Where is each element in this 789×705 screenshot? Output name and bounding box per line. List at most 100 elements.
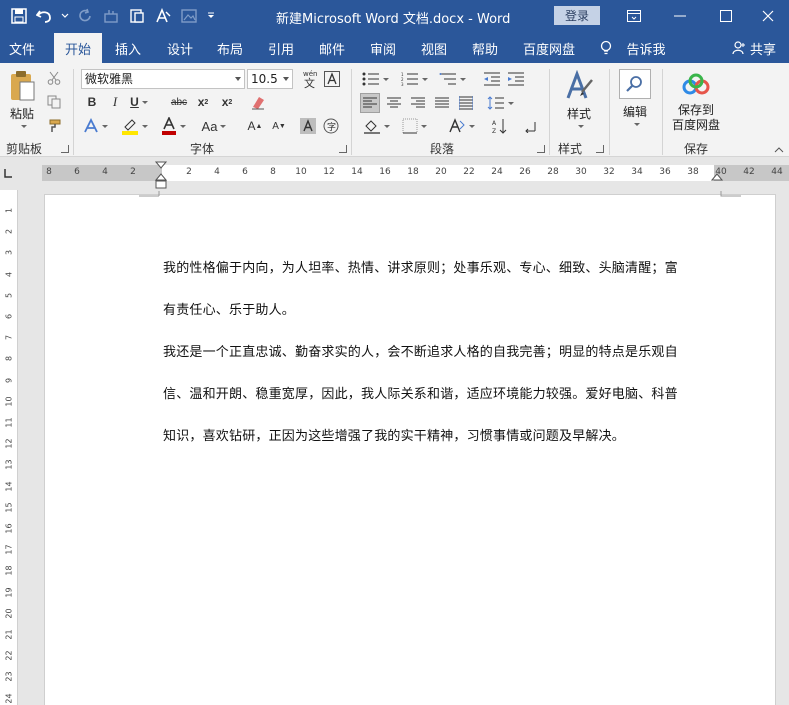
paste-icon[interactable] <box>6 69 38 103</box>
tell-me-search[interactable]: 告诉我 <box>622 33 670 63</box>
character-shading-icon[interactable] <box>299 117 317 135</box>
minimize-icon[interactable] <box>657 2 703 30</box>
redo-icon[interactable] <box>74 5 96 27</box>
ruler-tick-label: 8 <box>46 167 52 177</box>
text-line[interactable]: 有责任心、乐于助人。 <box>163 299 711 318</box>
show-formatting-marks-icon[interactable] <box>520 116 540 136</box>
character-border-icon[interactable] <box>323 70 341 88</box>
align-left-icon[interactable] <box>360 93 380 113</box>
paragraph-group-label: 段落 <box>430 142 455 156</box>
text-effects-icon[interactable] <box>82 116 108 136</box>
tab-selector[interactable] <box>0 157 18 190</box>
ruler-tick-label: 32 <box>603 167 615 177</box>
shading-icon[interactable] <box>360 116 392 136</box>
text-line[interactable]: 信、温和开朗、稳重宽厚，因此，我人际关系和谐，适应环境能力较强。爱好电脑、科普 <box>163 383 711 402</box>
line-spacing-icon[interactable] <box>482 93 518 113</box>
touch-mode-icon[interactable] <box>100 5 122 27</box>
maximize-icon[interactable] <box>703 2 749 30</box>
distributed-icon[interactable] <box>456 93 476 113</box>
ruler-tick-label: 5 <box>4 292 14 298</box>
text-line[interactable]: 知识，喜欢钻研，正因为这些增强了我的实干精神，习惯事情或问题及早解决。 <box>163 425 711 444</box>
borders-icon[interactable] <box>398 116 430 136</box>
editing-button-label[interactable]: 编辑 <box>617 103 653 120</box>
bullets-icon[interactable] <box>360 69 390 89</box>
paste-label[interactable]: 粘贴 <box>6 105 38 122</box>
customize-qat-icon[interactable] <box>204 5 218 27</box>
tab-home[interactable]: 开始 <box>54 33 102 63</box>
tab-references[interactable]: 引用 <box>259 33 303 63</box>
bold-icon[interactable]: B <box>83 93 101 111</box>
highlight-color-icon[interactable] <box>118 116 150 136</box>
chinese-layout-icon[interactable] <box>446 116 476 136</box>
clear-formatting-icon[interactable] <box>249 93 267 111</box>
document-page[interactable]: 我的性格偏于内向，为人坦率、热情、讲求原则；处事乐观、专心、细致、头脑清醒；富 … <box>44 191 776 705</box>
format-painter-icon[interactable] <box>45 117 63 135</box>
tab-file[interactable]: 文件 <box>0 33 44 63</box>
shrink-font-icon[interactable]: A ▼ <box>270 116 288 136</box>
font-dialog-launcher-icon[interactable] <box>339 145 347 153</box>
copy-icon[interactable] <box>45 93 63 111</box>
collapse-ribbon-icon[interactable] <box>772 145 786 155</box>
tab-design[interactable]: 设计 <box>158 33 202 63</box>
font-color-icon[interactable] <box>158 116 188 136</box>
increase-indent-icon[interactable] <box>506 69 526 89</box>
justify-icon[interactable] <box>432 93 452 113</box>
font-size-combo[interactable]: 10.5 <box>247 69 293 89</box>
text-line[interactable]: 我还是一个正直忠诚、勤奋求实的人，会不断追求人格的自我完善；明显的特点是乐观自 <box>163 341 711 360</box>
undo-icon[interactable] <box>34 5 56 27</box>
share-button[interactable]: 共享 <box>724 33 784 63</box>
tab-help[interactable]: 帮助 <box>463 33 507 63</box>
format-painter-qat-icon[interactable] <box>126 5 148 27</box>
ruler-tick-label: 2 <box>130 167 136 177</box>
svg-text:字: 字 <box>327 121 336 133</box>
tab-insert[interactable]: 插入 <box>106 33 150 63</box>
login-button[interactable]: 登录 <box>554 6 600 25</box>
styles-dialog-launcher-icon[interactable] <box>596 145 604 153</box>
text-effects-qat-icon[interactable] <box>152 5 174 27</box>
styles-icon[interactable] <box>563 69 595 103</box>
italic-icon[interactable]: I <box>106 93 124 111</box>
enclose-characters-icon[interactable]: 字 <box>322 117 340 135</box>
indent-markers-icon[interactable] <box>155 161 167 189</box>
tab-layout[interactable]: 布局 <box>208 33 252 63</box>
align-center-icon[interactable] <box>384 93 404 113</box>
decrease-indent-icon[interactable] <box>482 69 502 89</box>
tab-baidu-netdisk[interactable]: 百度网盘 <box>516 33 582 63</box>
subscript-icon[interactable]: x2 <box>194 93 212 111</box>
vertical-ruler[interactable]: 1 2 3 4 5 6 7 8 9 10 11 12 13 14 15 16 17 18 19 20 21 22 23 24 <box>0 190 18 705</box>
clipboard-dialog-launcher-icon[interactable] <box>61 145 69 153</box>
multilevel-list-icon[interactable] <box>436 69 468 89</box>
underline-icon[interactable]: U <box>128 93 150 111</box>
undo-dropdown-icon[interactable] <box>60 5 70 27</box>
superscript-icon[interactable]: x2 <box>218 93 236 111</box>
tab-review[interactable]: 审阅 <box>361 33 405 63</box>
close-icon[interactable] <box>745 2 789 30</box>
tab-mailings[interactable]: 邮件 <box>310 33 354 63</box>
numbering-icon[interactable]: 123 <box>398 69 430 89</box>
find-icon[interactable] <box>619 69 651 99</box>
strikethrough-icon[interactable]: abc <box>168 93 190 111</box>
font-name-combo[interactable]: 微软雅黑 <box>81 69 245 89</box>
text-line[interactable]: 我的性格偏于内向，为人坦率、热情、讲求原则；处事乐观、专心、细致、头脑清醒；富 <box>163 257 711 276</box>
save-icon[interactable] <box>8 5 30 27</box>
styles-dropdown-icon[interactable] <box>573 121 585 131</box>
right-indent-marker-icon[interactable] <box>711 171 723 183</box>
picture-qat-icon[interactable] <box>178 5 200 27</box>
ruler-tick-label: 42 <box>743 167 755 177</box>
align-right-icon[interactable] <box>408 93 428 113</box>
ribbon-home: 粘贴 剪贴板 微软雅黑 10.5 wén 文 B I U abc x2 x2 Aa… <box>0 63 789 157</box>
phonetic-guide-icon[interactable]: wén 文 <box>299 68 319 90</box>
styles-button-label[interactable]: 样式 <box>561 105 597 122</box>
editing-dropdown-icon[interactable] <box>629 119 641 129</box>
sort-icon[interactable]: AZ <box>490 116 510 136</box>
save-to-baidu-button[interactable]: 保存到 百度网盘 <box>668 103 724 133</box>
tab-view[interactable]: 视图 <box>412 33 456 63</box>
grow-font-icon[interactable]: A ▲ <box>246 116 264 136</box>
ribbon-display-options-icon[interactable] <box>611 2 657 30</box>
document-canvas: 我的性格偏于内向，为人坦率、热情、讲求原则；处事乐观、专心、细致、头脑清醒；富 … <box>18 190 789 705</box>
cut-icon[interactable] <box>45 69 63 87</box>
paragraph-dialog-launcher-icon[interactable] <box>537 145 545 153</box>
baidu-netdisk-icon[interactable] <box>680 71 712 99</box>
change-case-icon[interactable]: Aa <box>196 116 232 136</box>
paste-dropdown-icon[interactable] <box>16 121 28 131</box>
